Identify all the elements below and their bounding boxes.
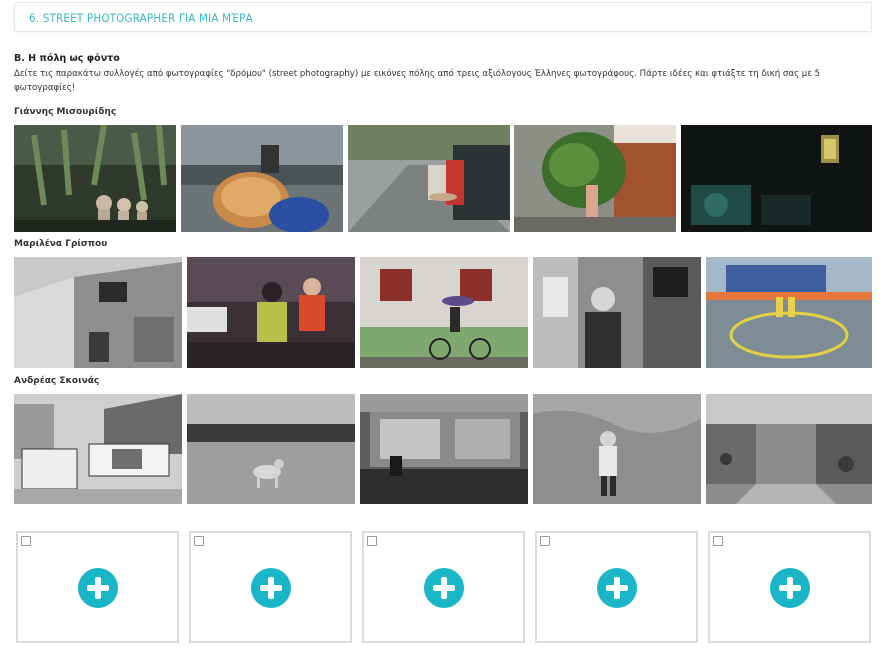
upload-slot-4[interactable] [535, 531, 698, 643]
photo-grispou-2[interactable] [187, 257, 355, 368]
photo-skoinas-4[interactable] [533, 394, 701, 504]
activity-title: 6. Street photographer για μια μέρα [29, 11, 253, 25]
photo-misouridis-1[interactable] [14, 125, 176, 232]
upload-checkbox-4[interactable] [540, 536, 550, 546]
upload-slot-2[interactable] [189, 531, 352, 643]
photo-grispou-3[interactable] [360, 257, 528, 368]
plus-circle-icon[interactable] [597, 568, 637, 608]
photographer-name-3: Ανδρέας Σκοινάς [14, 376, 100, 386]
plus-circle-icon[interactable] [78, 568, 118, 608]
photo-skoinas-1[interactable] [14, 394, 182, 504]
photo-misouridis-2[interactable] [181, 125, 343, 232]
upload-checkbox-5[interactable] [713, 536, 723, 546]
photo-grispou-4[interactable] [533, 257, 701, 368]
upload-checkbox-3[interactable] [367, 536, 377, 546]
upload-checkbox-2[interactable] [194, 536, 204, 546]
photo-misouridis-5[interactable] [681, 125, 872, 232]
photo-skoinas-5[interactable] [706, 394, 872, 504]
plus-circle-icon[interactable] [424, 568, 464, 608]
photo-misouridis-3[interactable] [348, 125, 510, 232]
upload-checkbox-1[interactable] [21, 536, 31, 546]
upload-slot-5[interactable] [708, 531, 871, 643]
upload-slot-3[interactable] [362, 531, 525, 643]
photo-grispou-1[interactable] [14, 257, 182, 368]
photographer-name-2: Μαριλένα Γρίσπου [14, 239, 108, 249]
section-heading: Β. Η πόλη ως φόντο [14, 53, 120, 64]
section-description: Δείτε τις παρακάτω συλλογές από φωτογραφ… [14, 69, 821, 93]
photographer-name-1: Γιάννης Μισουρίδης [14, 107, 117, 117]
upload-slot-1[interactable] [16, 531, 179, 643]
plus-circle-icon[interactable] [251, 568, 291, 608]
photo-misouridis-4[interactable] [514, 125, 676, 232]
photo-grispou-5[interactable] [706, 257, 872, 368]
photo-skoinas-3[interactable] [360, 394, 528, 504]
activity-header: 6. Street photographer για μια μέρα [14, 2, 872, 32]
plus-circle-icon[interactable] [770, 568, 810, 608]
photo-skoinas-2[interactable] [187, 394, 355, 504]
